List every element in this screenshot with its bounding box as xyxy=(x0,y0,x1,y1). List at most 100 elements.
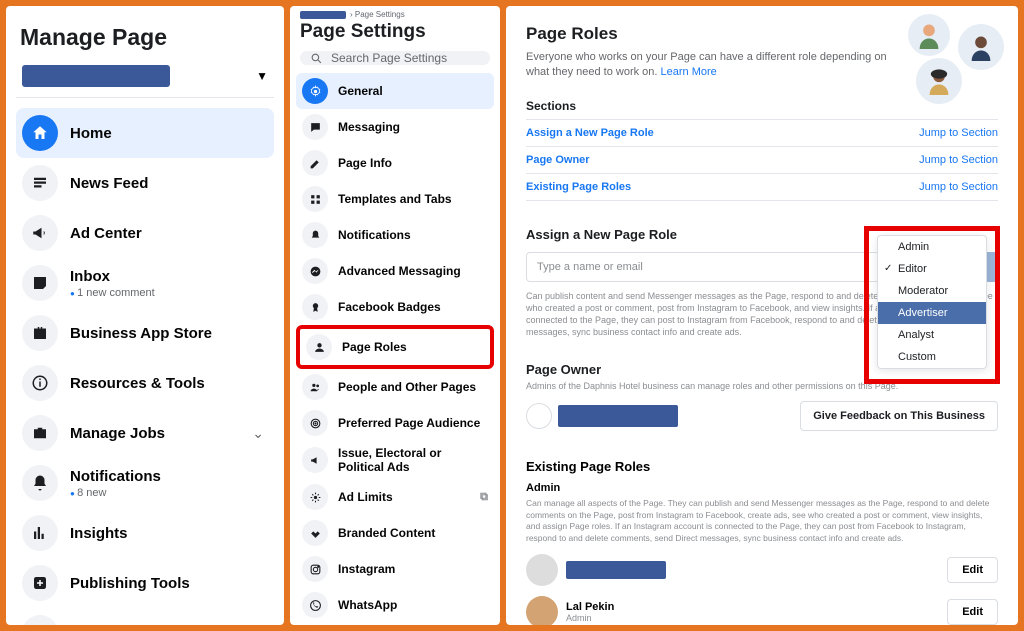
chevron-down-icon: ⌄ xyxy=(252,425,264,442)
nav-label: Inbox xyxy=(70,268,155,285)
jump-to-section: Jump to Section xyxy=(919,154,998,166)
snav-facebook-badges[interactable]: Facebook Badges xyxy=(296,289,494,325)
learn-more-link[interactable]: Learn More xyxy=(661,66,717,78)
avatar-icon xyxy=(916,58,962,104)
avatar-icon xyxy=(958,24,1004,70)
edit-button[interactable]: Edit xyxy=(947,557,998,583)
nav-page-quality[interactable]: Page Quality xyxy=(16,608,274,625)
section-link-owner[interactable]: Page Owner Jump to Section xyxy=(526,147,998,174)
pencil-icon xyxy=(302,150,328,176)
snav-page-roles[interactable]: Page Roles xyxy=(296,325,494,369)
news-feed-icon xyxy=(22,165,58,201)
user-info xyxy=(526,554,666,586)
messenger-icon xyxy=(302,258,328,284)
snav-templates-tabs[interactable]: Templates and Tabs xyxy=(296,181,494,217)
give-feedback-button[interactable]: Give Feedback on This Business xyxy=(800,401,998,431)
nav-news-feed[interactable]: News Feed xyxy=(16,158,274,208)
role-option-custom[interactable]: Custom xyxy=(878,346,986,368)
nav-label-wrap: Inbox 1 new comment xyxy=(70,268,155,299)
snav-label: Instagram xyxy=(338,562,395,576)
page-settings-panel: › Page Settings Page Settings Search Pag… xyxy=(290,6,500,625)
role-option-analyst[interactable]: Analyst xyxy=(878,324,986,346)
snav-instagram[interactable]: Instagram xyxy=(296,551,494,587)
snav-messaging[interactable]: Messaging xyxy=(296,109,494,145)
role-dropdown-highlight: Admin Editor Moderator Advertiser Analys… xyxy=(864,226,1000,384)
snav-featured[interactable]: Featured xyxy=(296,623,494,625)
snav-label: Facebook Badges xyxy=(338,300,441,314)
snav-preferred-audience[interactable]: Preferred Page Audience xyxy=(296,405,494,441)
snav-label: Messaging xyxy=(338,120,400,134)
sections-header: Sections xyxy=(526,99,998,120)
snav-people-other-pages[interactable]: People and Other Pages xyxy=(296,369,494,405)
nav-sublabel: 1 new comment xyxy=(70,287,155,299)
breadcrumb-page-chip[interactable] xyxy=(300,11,346,19)
nav-publishing-tools[interactable]: Publishing Tools xyxy=(16,558,274,608)
role-name-admin: Admin xyxy=(526,482,998,494)
search-placeholder: Search Page Settings xyxy=(331,51,447,65)
nav-sublabel: 8 new xyxy=(70,487,161,499)
nav-label-wrap: Notifications 8 new xyxy=(70,468,161,499)
settings-nav: General Messaging Page Info Templates an… xyxy=(290,73,500,625)
briefcase-icon xyxy=(22,315,58,351)
snav-page-info[interactable]: Page Info xyxy=(296,145,494,181)
left-nav: Home News Feed Ad Center Inbox 1 new com… xyxy=(16,108,274,625)
nav-inbox[interactable]: Inbox 1 new comment xyxy=(16,258,274,308)
snav-advanced-messaging[interactable]: Advanced Messaging xyxy=(296,253,494,289)
page-name-chip xyxy=(22,65,170,87)
inbox-icon xyxy=(22,265,58,301)
people-icon xyxy=(302,374,328,400)
avatar-illustration xyxy=(884,14,1004,94)
search-icon xyxy=(310,52,323,65)
nav-label: Page Quality xyxy=(70,625,161,626)
snav-label: Preferred Page Audience xyxy=(338,416,480,430)
breadcrumb-text: › Page Settings xyxy=(350,10,405,19)
snav-label: Templates and Tabs xyxy=(338,192,452,206)
bell-icon xyxy=(22,465,58,501)
nav-resources-tools[interactable]: Resources & Tools xyxy=(16,358,274,408)
role-option-admin[interactable]: Admin xyxy=(878,236,986,258)
edit-button[interactable]: Edit xyxy=(947,599,998,625)
user-name-chip xyxy=(566,561,666,579)
breadcrumb: › Page Settings xyxy=(290,10,500,19)
nav-manage-jobs[interactable]: Manage Jobs ⌄ xyxy=(16,408,274,458)
nav-notifications[interactable]: Notifications 8 new xyxy=(16,458,274,508)
nav-home[interactable]: Home xyxy=(16,108,274,158)
user-text: Lal Pekin Admin xyxy=(566,601,614,623)
nav-business-app-store[interactable]: Business App Store xyxy=(16,308,274,358)
grid-icon xyxy=(302,186,328,212)
section-link-existing[interactable]: Existing Page Roles Jump to Section xyxy=(526,174,998,201)
page-selector[interactable]: ▼ xyxy=(16,65,274,98)
megaphone-icon xyxy=(22,215,58,251)
snav-political-ads[interactable]: Issue, Electoral or Political Ads xyxy=(296,441,494,479)
snav-ad-limits[interactable]: Ad Limits ⧉ xyxy=(296,479,494,515)
snav-notifications[interactable]: Notifications xyxy=(296,217,494,253)
plus-icon xyxy=(22,565,58,601)
role-admin-description: Can manage all aspects of the Page. They… xyxy=(526,498,998,544)
user-info: Lal Pekin Admin xyxy=(526,596,614,625)
search-page-settings[interactable]: Search Page Settings xyxy=(300,51,490,65)
nav-label: Resources & Tools xyxy=(70,375,205,392)
snav-branded-content[interactable]: Branded Content xyxy=(296,515,494,551)
owner-avatar xyxy=(526,403,552,429)
bell-icon xyxy=(302,222,328,248)
nav-label: Notifications xyxy=(70,468,161,485)
snav-whatsapp[interactable]: WhatsApp xyxy=(296,587,494,623)
nav-label: Insights xyxy=(70,525,128,542)
snav-label: WhatsApp xyxy=(338,598,397,612)
nav-label: News Feed xyxy=(70,175,148,192)
manage-page-panel: Manage Page ▼ Home News Feed Ad Center xyxy=(6,6,284,625)
snav-label: Ad Limits xyxy=(338,490,393,504)
section-link-assign[interactable]: Assign a New Page Role Jump to Section xyxy=(526,120,998,147)
nav-label: Ad Center xyxy=(70,225,142,242)
snav-label: General xyxy=(338,84,383,98)
role-option-advertiser[interactable]: Advertiser xyxy=(878,302,986,324)
nav-insights[interactable]: Insights xyxy=(16,508,274,558)
owner-name-chip xyxy=(558,405,678,427)
role-dropdown[interactable]: Admin Editor Moderator Advertiser Analys… xyxy=(877,235,987,369)
handshake-icon xyxy=(302,520,328,546)
snav-general[interactable]: General xyxy=(296,73,494,109)
nav-ad-center[interactable]: Ad Center xyxy=(16,208,274,258)
role-option-moderator[interactable]: Moderator xyxy=(878,280,986,302)
role-option-editor[interactable]: Editor xyxy=(878,258,986,280)
external-link-icon: ⧉ xyxy=(480,491,488,504)
